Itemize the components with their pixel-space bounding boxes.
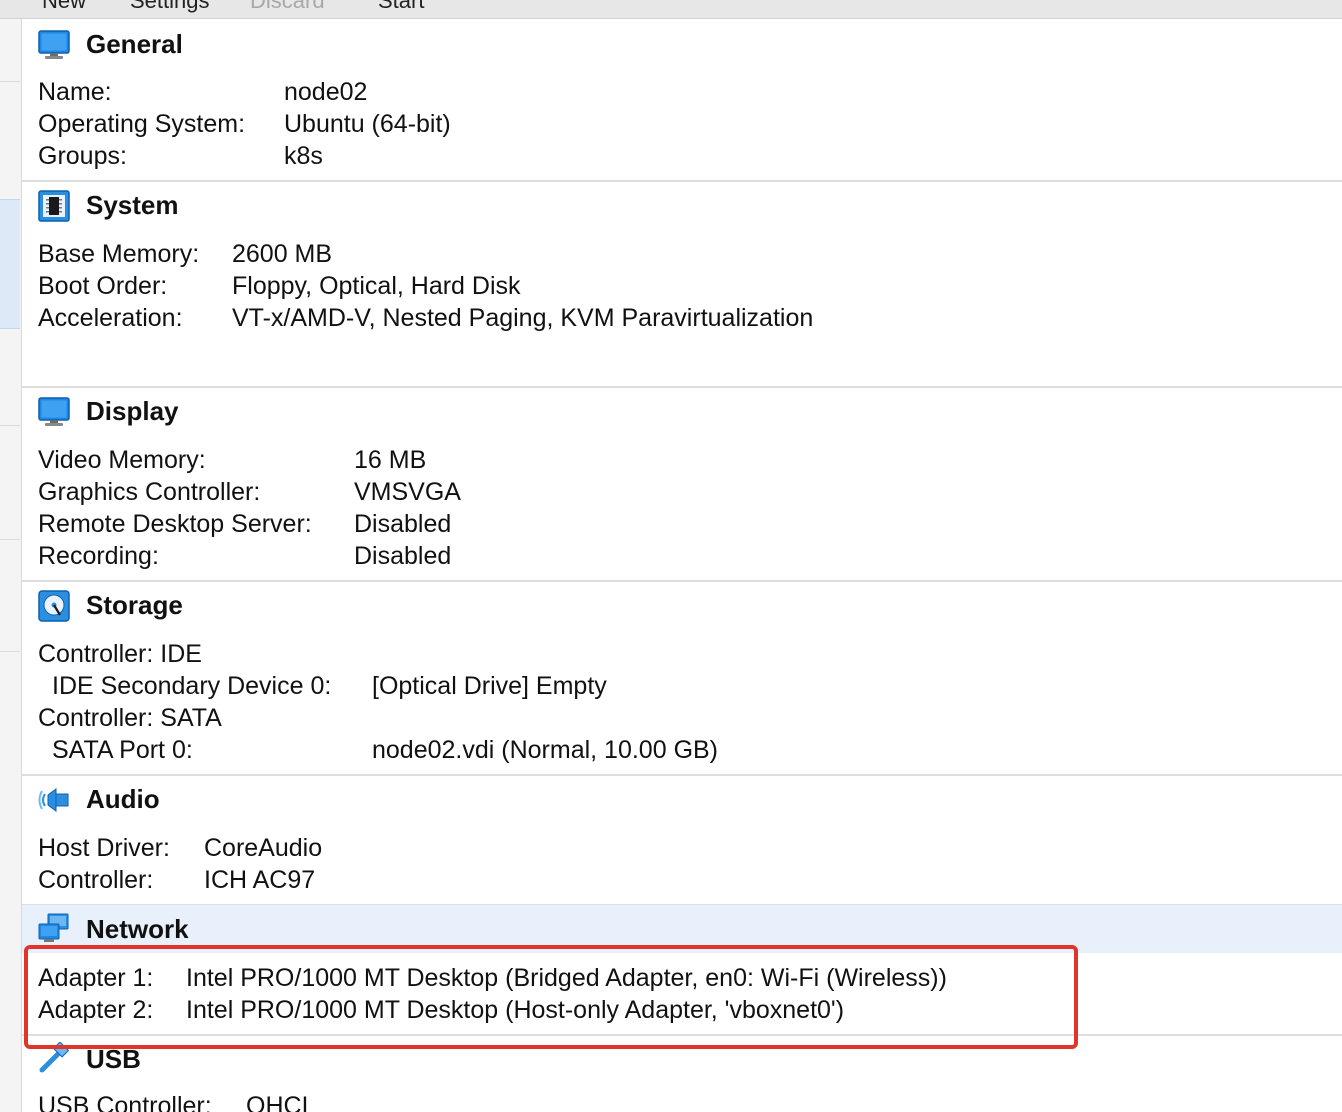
vm-list-divider [0, 425, 20, 426]
chip-icon [38, 190, 70, 222]
display-rdp-label: Remote Desktop Server: [38, 510, 312, 538]
storage-sata-controller-label: Controller: SATA [38, 704, 222, 732]
disk-icon [38, 590, 70, 622]
general-section: General Name: node02 Operating System: U… [22, 19, 1342, 181]
network-icon [38, 913, 69, 942]
toolbar-start-button[interactable]: Start [378, 0, 424, 14]
system-accel-label: Acceleration: [38, 304, 183, 332]
display-recording-label: Recording: [38, 542, 159, 570]
audio-title: Audio [86, 784, 160, 814]
system-memory-label: Base Memory: [38, 240, 200, 268]
system-memory-value: 2600 MB [232, 240, 333, 268]
display-recording-value: Disabled [354, 542, 452, 570]
network-title: Network [86, 914, 189, 944]
audio-controller-label: Controller: [38, 866, 154, 894]
storage-section: Storage Controller: IDE IDE Secondary De… [22, 582, 1342, 774]
vm-list-divider [0, 539, 20, 540]
system-boot-label: Boot Order: [38, 272, 168, 300]
storage-ide-device-label: IDE Secondary Device 0: [52, 672, 332, 700]
system-title: System [86, 190, 179, 220]
general-title: General [86, 29, 183, 59]
display-title: Display [86, 396, 179, 426]
general-os-label: Operating System: [38, 110, 246, 138]
display-graphics-value: VMSVGA [354, 478, 461, 506]
system-accel-value: VT-x/AMD-V, Nested Paging, KVM Paravirtu… [232, 304, 814, 332]
storage-ide-controller-label: Controller: IDE [38, 640, 202, 668]
audio-section: Audio Host Driver: CoreAudio Controller:… [22, 776, 1342, 904]
speaker-icon [38, 788, 69, 812]
storage-sata-port-value: node02.vdi (Normal, 10.00 GB) [372, 736, 719, 764]
audio-host-driver-label: Host Driver: [38, 834, 170, 862]
usb-controller-label: USB Controller: [38, 1092, 212, 1112]
general-groups-value: k8s [284, 142, 323, 170]
general-groups-label: Groups: [38, 142, 127, 170]
vm-list-divider [0, 81, 20, 82]
monitor-icon [38, 30, 70, 59]
storage-sata-port-label: SATA Port 0: [52, 736, 193, 764]
storage-ide-device-value: [Optical Drive] Empty [372, 672, 607, 700]
toolbar-new-button[interactable]: New [42, 0, 86, 14]
display-section: Display Video Memory: 16 MB Graphics Con… [22, 388, 1342, 580]
audio-host-driver-value: CoreAudio [204, 834, 323, 862]
audio-controller-value: ICH AC97 [204, 866, 316, 894]
toolbar-discard-button[interactable]: Discard [250, 0, 325, 14]
vm-list-strip[interactable] [0, 19, 22, 1112]
display-icon [38, 397, 70, 426]
vm-list-divider [0, 651, 20, 652]
display-vram-value: 16 MB [354, 446, 427, 474]
toolbar-settings-button[interactable]: Settings [130, 0, 210, 14]
general-os-value: Ubuntu (64-bit) [284, 110, 451, 138]
storage-title: Storage [86, 590, 183, 620]
display-rdp-value: Disabled [354, 510, 452, 538]
display-vram-label: Video Memory: [38, 446, 206, 474]
vm-list-selected-item[interactable] [0, 199, 20, 329]
highlight-annotation-box [24, 945, 1078, 1049]
general-name-value: node02 [284, 78, 368, 106]
general-name-label: Name: [38, 78, 112, 106]
display-graphics-label: Graphics Controller: [38, 478, 261, 506]
usb-controller-value: OHCI [246, 1092, 309, 1112]
toolbar: New Settings Discard Start [0, 0, 1342, 19]
system-boot-value: Floppy, Optical, Hard Disk [232, 272, 521, 300]
system-section: System Base Memory: 2600 MB Boot Order: … [22, 182, 1342, 386]
